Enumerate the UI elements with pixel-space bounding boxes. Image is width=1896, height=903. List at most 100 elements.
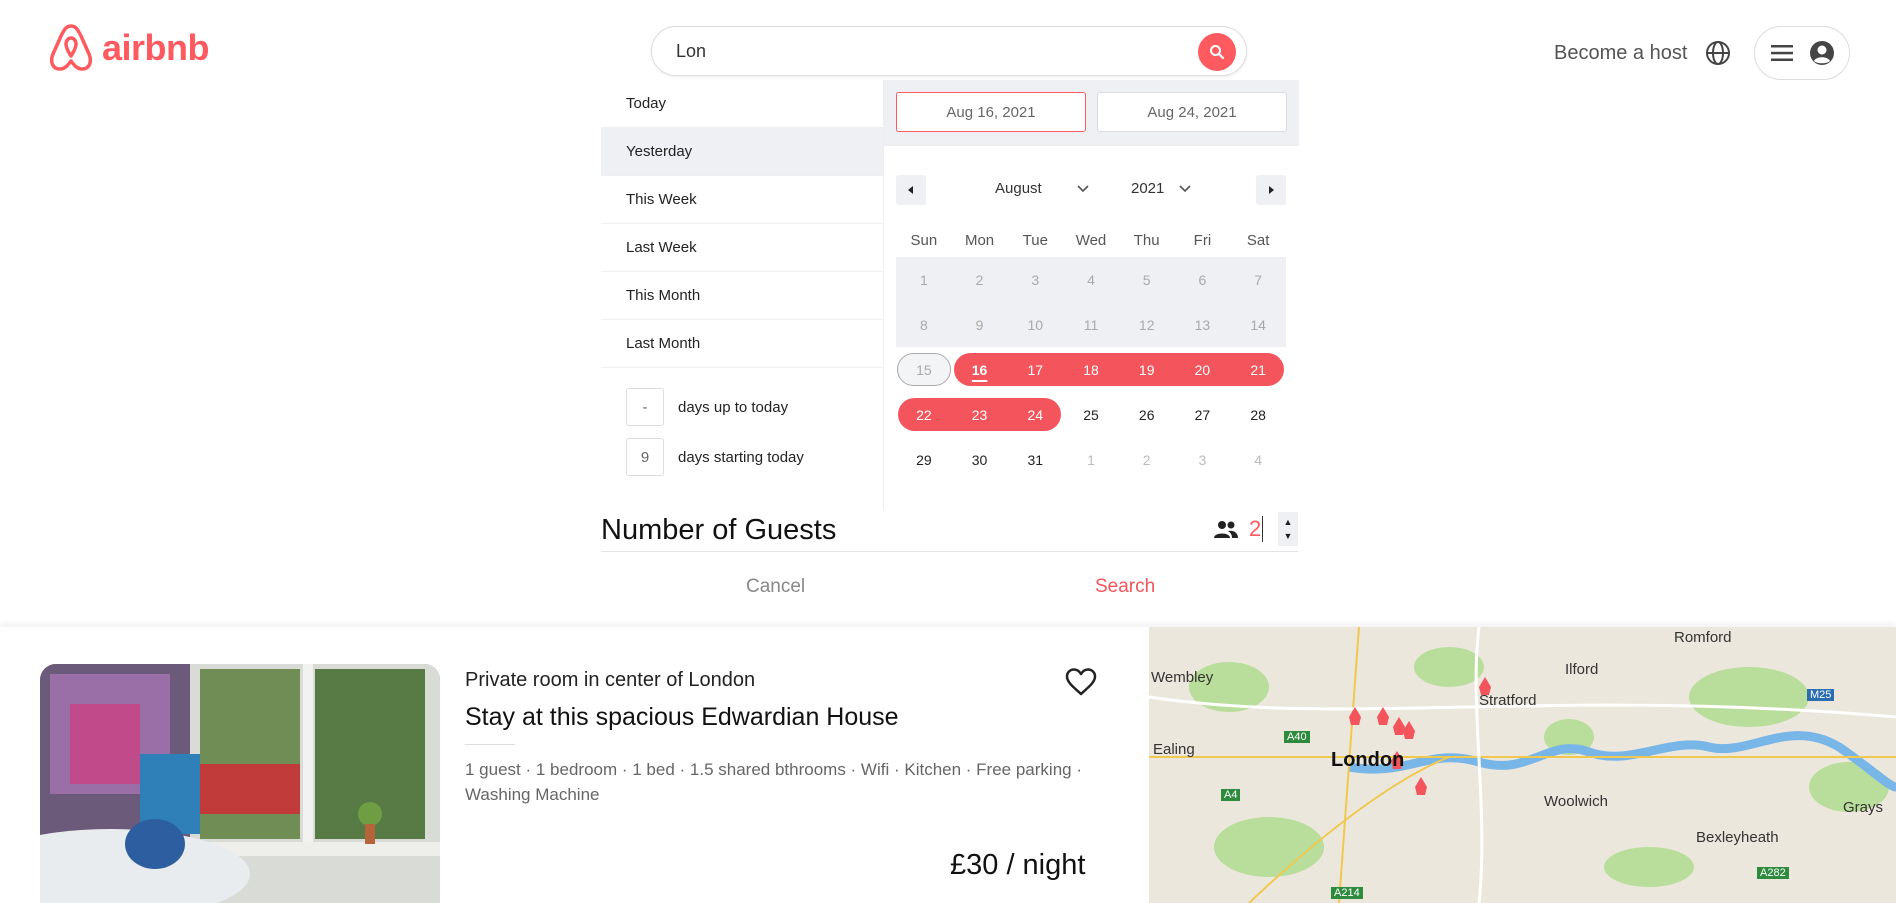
calendar-day[interactable]: 4 <box>1230 437 1286 482</box>
become-host-link[interactable]: Become a host <box>1554 42 1687 65</box>
calendar-day[interactable]: 20 <box>1174 347 1231 392</box>
calendar-day-number: 4 <box>1087 271 1095 288</box>
weekday-label: Fri <box>1193 232 1212 249</box>
logo-text: airbnb <box>102 27 210 68</box>
cancel-button[interactable]: Cancel <box>746 576 805 598</box>
weekday-label: Thu <box>1133 232 1160 249</box>
calendar-day-number: 24 <box>1027 406 1044 423</box>
calendar-day: 14 <box>1230 302 1286 347</box>
calendar-day[interactable]: 28 <box>1230 392 1286 437</box>
preset-today[interactable]: Today <box>601 80 883 128</box>
end-date-input[interactable]: Aug 24, 2021 <box>1097 92 1287 132</box>
month-select-value: August <box>995 180 1042 197</box>
calendar-day[interactable]: 26 <box>1119 392 1175 437</box>
calendar-day[interactable]: 16 <box>952 347 1008 392</box>
preset-last-week[interactable]: Last Week <box>601 224 883 272</box>
calendar-day-number: 10 <box>1027 316 1044 333</box>
preset-this-week[interactable]: This Week <box>601 176 883 224</box>
location-search-bar[interactable] <box>651 26 1247 76</box>
calendar-day-number: 20 <box>1194 361 1211 378</box>
calendar-day-number: 25 <box>1083 406 1099 423</box>
results-map[interactable]: Romford Wembley Ilford Stratford M25 A40… <box>1149 627 1896 903</box>
stepper-up-icon[interactable]: ▲ <box>1284 517 1293 527</box>
calendar-day: 4 <box>1063 257 1119 302</box>
calendar-day[interactable]: 29 <box>896 437 952 482</box>
map-label: Ealing <box>1153 741 1195 758</box>
calendar-day-number: 13 <box>1194 316 1211 333</box>
divider <box>465 744 515 745</box>
search-submit-button[interactable]: Search <box>1095 576 1155 598</box>
preset-last-month[interactable]: Last Month <box>601 320 883 368</box>
stepper-down-icon[interactable]: ▼ <box>1284 531 1293 541</box>
calendar-day[interactable]: 23 <box>951 392 1008 437</box>
preset-yesterday[interactable]: Yesterday <box>601 128 883 176</box>
calendar-day[interactable]: 3 <box>1175 437 1231 482</box>
room-photo-image <box>40 664 440 903</box>
start-date-input[interactable]: Aug 16, 2021 <box>896 92 1086 132</box>
calendar-day[interactable]: 30 <box>952 437 1008 482</box>
year-select[interactable]: 2021 <box>1131 180 1192 197</box>
map-label: Woolwich <box>1544 793 1608 810</box>
weekday-label: Sat <box>1246 232 1270 249</box>
calendar-day-number: 23 <box>971 406 988 423</box>
map-background <box>1149 627 1896 903</box>
calendar-day-number: 7 <box>1254 271 1263 288</box>
calendar-day-number: 19 <box>1138 361 1155 378</box>
search-icon <box>1210 45 1225 60</box>
listing-price: £30 / night <box>950 849 1086 881</box>
weekday-label: Tue <box>1022 232 1048 249</box>
search-button[interactable] <box>1198 33 1236 71</box>
calendar-day[interactable]: 19 <box>1118 347 1175 392</box>
airbnb-logo-icon <box>49 24 93 71</box>
calendar-day[interactable]: 18 <box>1063 347 1119 392</box>
guests-row: Number of Guests 2 ▲ ▼ <box>601 510 1298 552</box>
calendar-day: 11 <box>1063 302 1119 347</box>
calendar-day[interactable]: 21 <box>1230 347 1286 392</box>
calendar-day[interactable]: 17 <box>1007 347 1063 392</box>
calendar-day-number: 8 <box>919 316 928 333</box>
calendar-day: 7 <box>1230 257 1286 302</box>
prev-month-button[interactable] <box>896 175 926 205</box>
date-presets: Today Yesterday This Week Last Week This… <box>601 80 883 368</box>
days-starting-today-input[interactable]: 9 <box>626 438 664 476</box>
days-up-to-today-label: days up to today <box>678 398 789 416</box>
globe-icon <box>1706 41 1730 65</box>
dropdown-actions: Cancel Search <box>601 570 1298 606</box>
airbnb-logo[interactable]: airbnb <box>48 22 210 74</box>
guests-count-input[interactable]: 2 <box>1249 516 1264 542</box>
map-label: Stratford <box>1479 692 1537 709</box>
calendar-day[interactable]: 31 <box>1007 437 1063 482</box>
listing-photo[interactable] <box>40 664 440 903</box>
map-label: Wembley <box>1151 669 1214 686</box>
days-up-to-today-input[interactable]: - <box>626 388 664 426</box>
weekday-header: Sun Mon Tue Wed Thu Fri Sat <box>896 232 1286 249</box>
calendar-day[interactable]: 25 <box>1063 392 1119 437</box>
days-starting-today-row: 9 days starting today <box>626 438 804 476</box>
search-input[interactable] <box>676 40 1156 62</box>
listing-title[interactable]: Stay at this spacious Edwardian House <box>465 703 899 732</box>
calendar-day-number: 15 <box>916 361 932 378</box>
month-select[interactable]: August <box>995 180 1090 197</box>
next-month-button[interactable] <box>1256 175 1286 205</box>
guests-stepper[interactable]: ▲ ▼ <box>1278 512 1298 546</box>
date-range-picker: Today Yesterday This Week Last Week This… <box>601 80 1299 510</box>
calendar-day[interactable]: 24 <box>1007 392 1063 437</box>
days-up-to-today-row: - days up to today <box>626 388 788 426</box>
calendar-day-number: 4 <box>1254 451 1263 468</box>
map-label: M25 <box>1807 689 1835 701</box>
calendar-day[interactable]: 1 <box>1063 437 1119 482</box>
calendar-day-number: 9 <box>975 316 984 333</box>
map-label: London <box>1331 749 1405 771</box>
language-button[interactable] <box>1705 40 1731 71</box>
calendar-day[interactable]: 27 <box>1175 392 1231 437</box>
calendar-day: 1 <box>896 257 952 302</box>
calendar-day: 10 <box>1007 302 1064 347</box>
calendar-day-number: 16 <box>971 361 988 378</box>
user-menu-button[interactable] <box>1754 26 1850 80</box>
calendar-day[interactable]: 2 <box>1119 437 1175 482</box>
preset-this-month[interactable]: This Month <box>601 272 883 320</box>
favorite-button[interactable] <box>1064 667 1098 702</box>
calendar-day-number: 2 <box>1142 451 1151 468</box>
calendar-day-number: 12 <box>1138 316 1155 333</box>
calendar-day[interactable]: 22 <box>896 392 952 437</box>
